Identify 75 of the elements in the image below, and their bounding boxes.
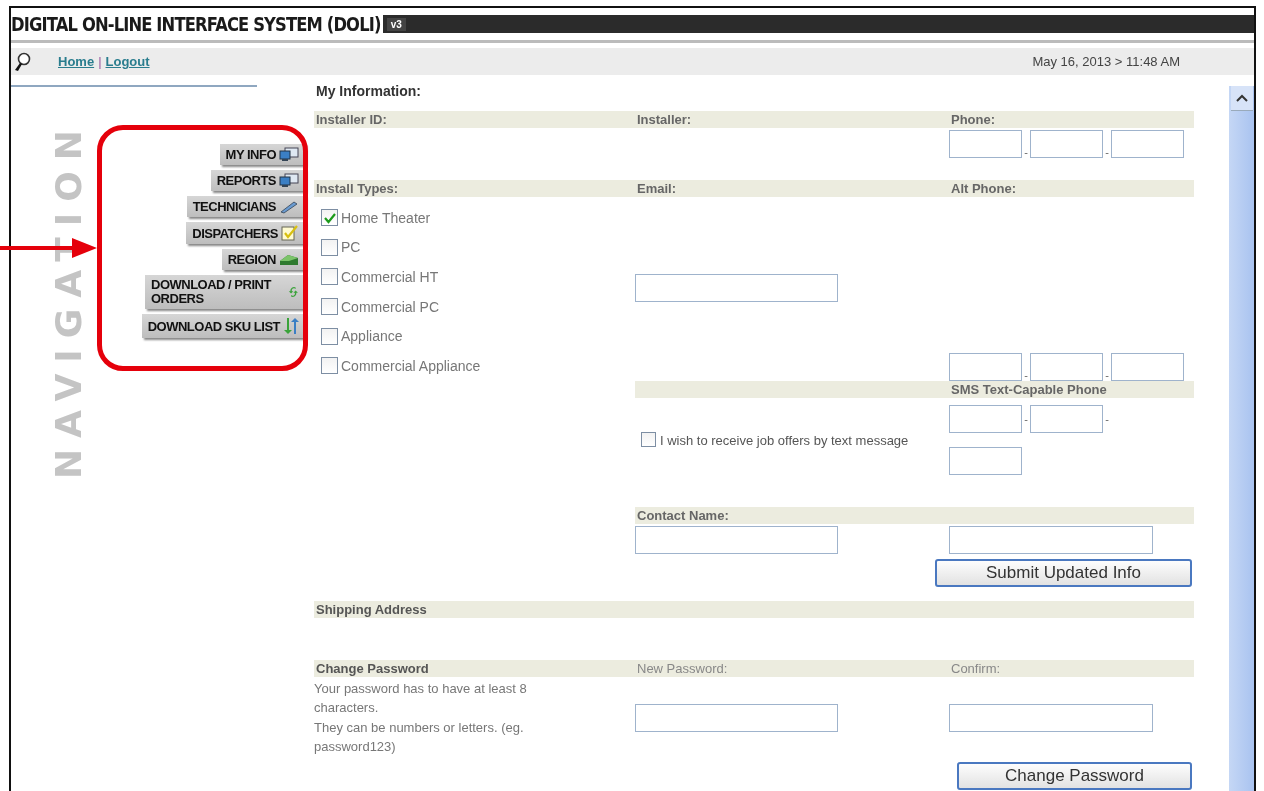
checkbox[interactable]: [321, 268, 338, 286]
date-time: May 16, 2013 > 11:48 AM: [1032, 54, 1180, 69]
up-down-arrows-icon: [283, 317, 299, 335]
phone-field[interactable]: [1030, 352, 1103, 381]
contact-field[interactable]: [949, 525, 1153, 554]
navigation-watermark: NAVIGATION: [48, 119, 89, 480]
section-label: Shipping Address: [315, 601, 428, 617]
help-text: Your password has to have at least 8 characters.: [314, 679, 528, 718]
change-password-button[interactable]: Change Password: [957, 761, 1192, 790]
version-badge: v3: [386, 17, 406, 31]
checkbox-label: Commercial PC: [341, 298, 439, 315]
phone-field[interactable]: [949, 352, 1022, 381]
section-label: Change Password: [315, 660, 430, 676]
monitor-icon: [279, 147, 299, 162]
pencil-icon: [279, 199, 299, 214]
monitor-icon: [279, 173, 299, 188]
nav-button[interactable]: DOWNLOAD / PRINT ORDERS: [145, 275, 305, 309]
phone-field[interactable]: [1111, 352, 1184, 381]
submit-button[interactable]: Submit Updated Info: [935, 558, 1192, 587]
checkbox-label: Commercial Appliance: [341, 357, 481, 374]
checkbox-label: Home Theater: [341, 209, 431, 226]
phone-separator: -: [1023, 413, 1029, 426]
terrain-icon: [279, 253, 299, 266]
phone-separator: -: [1104, 413, 1110, 426]
phone-field[interactable]: [949, 130, 1022, 158]
chevron-up-icon: [1235, 94, 1248, 102]
field-label: New Password:: [636, 660, 729, 676]
nav-link[interactable]: Logout: [105, 54, 150, 69]
nav-button[interactable]: REGION: [221, 249, 305, 270]
section-title: My Information:: [316, 83, 422, 99]
nav-button[interactable]: DISPATCHERS: [186, 222, 305, 244]
confirm-password-field[interactable]: [949, 703, 1153, 732]
magnifier-icon: [14, 51, 32, 72]
phone-field[interactable]: [1030, 130, 1103, 158]
checkbox-label: Commercial HT: [341, 269, 439, 285]
scrollbar[interactable]: [1229, 86, 1254, 791]
nav-button[interactable]: REPORTS: [210, 170, 305, 191]
new-password-field[interactable]: [635, 703, 838, 732]
phone-field[interactable]: [949, 447, 1022, 476]
phone-field[interactable]: [949, 405, 1022, 434]
checkbox[interactable]: [641, 431, 656, 447]
nav-button[interactable]: DOWNLOAD SKU LIST: [141, 314, 305, 338]
nav-button[interactable]: MY INFO: [219, 144, 305, 165]
field-label: Installer:: [636, 112, 693, 127]
checkbox[interactable]: [321, 209, 338, 227]
field-label: Alt Phone:: [950, 181, 1017, 196]
field-label: Install Types:: [315, 181, 400, 196]
field-label: SMS Text-Capable Phone: [950, 381, 1108, 397]
link-separator: |: [98, 54, 102, 69]
phone-separator: -: [1023, 368, 1029, 381]
app-title: DIGITAL ON-LINE INTERFACE SYSTEM (DOLI): [11, 13, 381, 35]
phone-separator: -: [1104, 146, 1110, 158]
nav-link[interactable]: Home: [58, 54, 95, 69]
scroll-up-button[interactable]: [1230, 86, 1253, 111]
checkbox[interactable]: [321, 238, 338, 256]
checkbox-label: Appliance: [341, 328, 403, 345]
phone-separator: -: [1104, 368, 1110, 381]
nav-button[interactable]: TECHNICIANS: [186, 196, 305, 217]
field-label: Phone:: [950, 112, 997, 127]
checkbox-label: PC: [341, 239, 361, 256]
phone-field[interactable]: [1111, 130, 1184, 158]
checkbox[interactable]: [321, 327, 338, 345]
field-label: Confirm:: [950, 660, 1002, 676]
checkbox[interactable]: [321, 357, 338, 375]
phone-separator: -: [1023, 146, 1029, 158]
contact-name-field[interactable]: [635, 525, 838, 554]
checkbox-label: I wish to receive job offers by text message: [660, 431, 909, 450]
field-label: Contact Name:: [636, 507, 730, 523]
phone-field[interactable]: [1030, 405, 1103, 434]
email-field[interactable]: [635, 274, 838, 302]
field-label: Installer ID:: [315, 112, 388, 127]
help-text: They can be numbers or letters. (eg. password123): [314, 718, 525, 757]
checkbox[interactable]: [321, 298, 338, 316]
field-label: Email:: [636, 181, 677, 196]
note-check-icon: [281, 225, 299, 241]
